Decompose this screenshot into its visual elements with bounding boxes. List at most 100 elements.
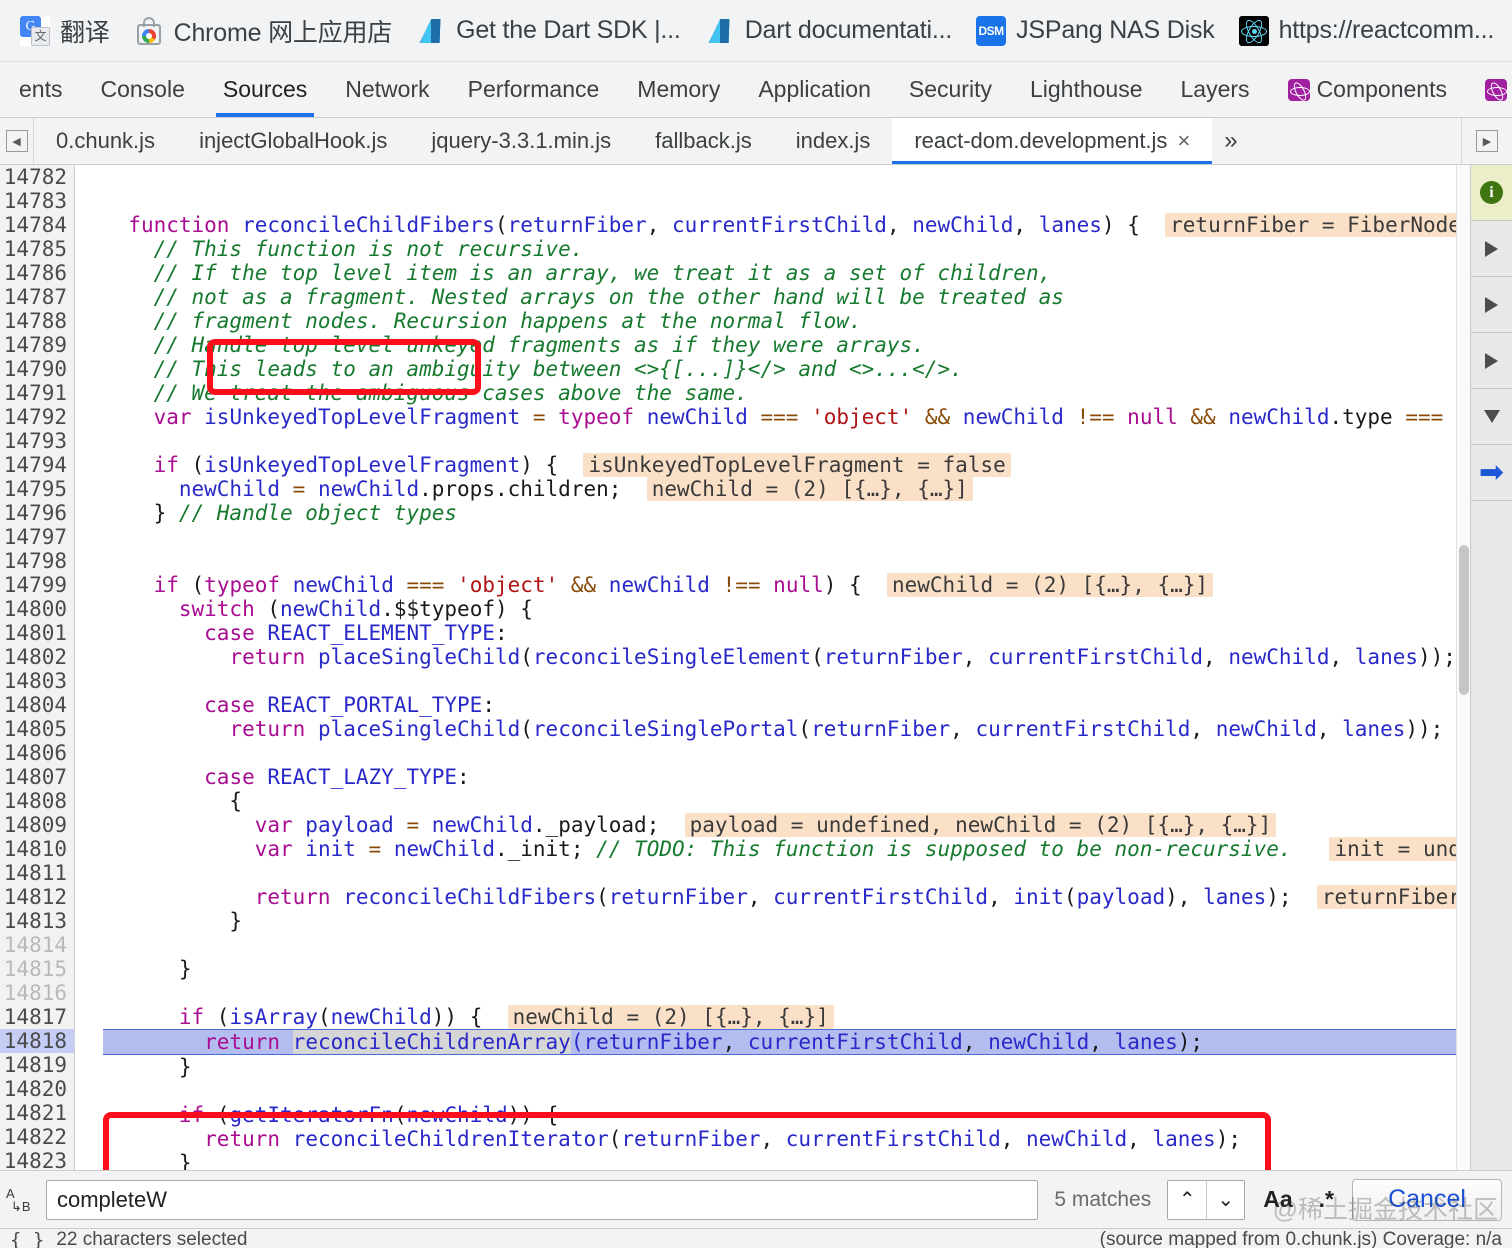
tab-console[interactable]: Console bbox=[81, 62, 203, 117]
line-number[interactable]: 14796 bbox=[0, 501, 74, 525]
rail-resume-button[interactable]: ➡ bbox=[1471, 445, 1512, 501]
code-line[interactable]: if (isArray(newChild)) { newChild = (2) … bbox=[103, 1005, 1512, 1029]
code-line[interactable]: var init = newChild._init; // TODO: This… bbox=[103, 837, 1512, 861]
bookmark-item[interactable]: DSM JSPang NAS Disk bbox=[964, 12, 1226, 50]
line-number[interactable]: 14787 bbox=[0, 285, 74, 309]
line-number[interactable]: 14784 bbox=[0, 213, 74, 237]
code-line[interactable]: return placeSingleChild(reconcileSingleE… bbox=[103, 645, 1512, 669]
code-line[interactable]: if (getIteratorFn(newChild)) { bbox=[103, 1103, 1512, 1127]
tab-lighthouse[interactable]: Lighthouse bbox=[1011, 62, 1162, 117]
code-line[interactable] bbox=[103, 429, 1512, 453]
code-line[interactable]: // not as a fragment. Nested arrays on t… bbox=[103, 285, 1512, 309]
line-number[interactable]: 14790 bbox=[0, 357, 74, 381]
tab-profiler[interactable] bbox=[1466, 62, 1512, 117]
line-number[interactable]: 14807 bbox=[0, 765, 74, 789]
code-line[interactable]: // If the top level item is an array, we… bbox=[103, 261, 1512, 285]
line-number[interactable]: 14782 bbox=[0, 165, 74, 189]
line-number[interactable]: 14801 bbox=[0, 621, 74, 645]
line-number[interactable]: 14823 bbox=[0, 1149, 74, 1170]
editor-vertical-scrollbar[interactable] bbox=[1456, 165, 1470, 1170]
code-line[interactable]: if (typeof newChild === 'object' && newC… bbox=[103, 573, 1512, 597]
code-line[interactable] bbox=[103, 525, 1512, 549]
code-line[interactable]: // We treat the ambiguous cases above th… bbox=[103, 381, 1512, 405]
bookmark-item[interactable]: Get the Dart SDK |... bbox=[404, 12, 693, 50]
code-line[interactable] bbox=[103, 981, 1512, 1005]
line-number[interactable]: 14821 bbox=[0, 1101, 74, 1125]
line-number[interactable]: 14797 bbox=[0, 525, 74, 549]
scrollbar-thumb[interactable] bbox=[1459, 545, 1469, 695]
file-tab-index-js[interactable]: index.js bbox=[774, 118, 893, 164]
line-number[interactable]: 14808 bbox=[0, 789, 74, 813]
line-number[interactable]: 14811 bbox=[0, 861, 74, 885]
code-line[interactable]: } bbox=[103, 1151, 1512, 1170]
line-number[interactable]: 14798 bbox=[0, 549, 74, 573]
match-case-button[interactable]: Aa bbox=[1255, 1186, 1300, 1213]
line-number[interactable]: 14788 bbox=[0, 309, 74, 333]
line-number[interactable]: 14809 bbox=[0, 813, 74, 837]
line-number[interactable]: 14812 bbox=[0, 885, 74, 909]
code-line[interactable]: case REACT_ELEMENT_TYPE: bbox=[103, 621, 1512, 645]
rail-info-section[interactable]: i bbox=[1471, 165, 1512, 221]
tab-layers[interactable]: Layers bbox=[1162, 62, 1269, 117]
line-number[interactable]: 14822 bbox=[0, 1125, 74, 1149]
code-content[interactable]: function reconcileChildFibers(returnFibe… bbox=[75, 165, 1512, 1170]
rail-breakpoints-section[interactable] bbox=[1471, 277, 1512, 333]
rail-scope-section[interactable] bbox=[1471, 333, 1512, 389]
line-number[interactable]: 14816 bbox=[0, 981, 74, 1005]
pretty-print-icon[interactable]: { } bbox=[10, 1229, 44, 1248]
search-next-button[interactable]: ⌄ bbox=[1206, 1180, 1244, 1219]
code-line[interactable] bbox=[103, 861, 1512, 885]
rail-watch-section[interactable] bbox=[1471, 221, 1512, 277]
line-number[interactable]: 14818 bbox=[0, 1029, 74, 1053]
code-line[interactable]: // fragment nodes. Recursion happens at … bbox=[103, 309, 1512, 333]
tab-security[interactable]: Security bbox=[890, 62, 1011, 117]
file-tab-jquery-js[interactable]: jquery-3.3.1.min.js bbox=[409, 118, 633, 164]
line-number[interactable]: 14794 bbox=[0, 453, 74, 477]
code-line[interactable] bbox=[103, 549, 1512, 573]
bookmark-item[interactable]: Chrome 网上应用店 bbox=[122, 9, 404, 53]
file-tab-0-chunk-js[interactable]: 0.chunk.js bbox=[34, 118, 177, 164]
line-number[interactable]: 14815 bbox=[0, 957, 74, 981]
search-prev-button[interactable]: ⌃ bbox=[1168, 1181, 1206, 1219]
tab-application[interactable]: Application bbox=[739, 62, 890, 117]
cancel-button[interactable]: Cancel bbox=[1352, 1178, 1502, 1221]
line-number[interactable]: 14806 bbox=[0, 741, 74, 765]
line-number[interactable]: 14793 bbox=[0, 429, 74, 453]
line-number[interactable]: 14786 bbox=[0, 261, 74, 285]
line-number[interactable]: 14803 bbox=[0, 669, 74, 693]
code-line[interactable]: } bbox=[103, 1055, 1512, 1079]
code-line[interactable] bbox=[103, 933, 1512, 957]
file-tab-react-dom-development-js[interactable]: react-dom.development.js × bbox=[892, 118, 1213, 164]
code-line[interactable]: // This leads to an ambiguity between <>… bbox=[103, 357, 1512, 381]
search-input[interactable]: completeW bbox=[46, 1179, 1039, 1220]
line-number[interactable]: 14813 bbox=[0, 909, 74, 933]
code-line[interactable]: } bbox=[103, 909, 1512, 933]
code-line[interactable]: } // Handle object types bbox=[103, 501, 1512, 525]
line-number[interactable]: 14783 bbox=[0, 189, 74, 213]
code-line[interactable]: return placeSingleChild(reconcileSingleP… bbox=[103, 717, 1512, 741]
code-line[interactable]: var payload = newChild._payload; payload… bbox=[103, 813, 1512, 837]
line-number[interactable]: 14800 bbox=[0, 597, 74, 621]
close-icon[interactable]: × bbox=[1177, 128, 1190, 154]
line-number[interactable]: 14799 bbox=[0, 573, 74, 597]
bookmark-item[interactable]: Dart documentati... bbox=[693, 12, 964, 50]
line-number[interactable]: 14814 bbox=[0, 933, 74, 957]
code-line[interactable]: case REACT_PORTAL_TYPE: bbox=[103, 693, 1512, 717]
code-line[interactable]: return reconcileChildrenIterator(returnF… bbox=[103, 1127, 1512, 1151]
tab-memory[interactable]: Memory bbox=[618, 62, 739, 117]
replace-toggle-icon[interactable]: A ↳B bbox=[6, 1187, 36, 1213]
tab-components[interactable]: Components bbox=[1269, 62, 1466, 117]
tab-sources[interactable]: Sources bbox=[204, 62, 326, 117]
line-number[interactable]: 14804 bbox=[0, 693, 74, 717]
bookmark-item[interactable]: https://reactcomm... bbox=[1227, 12, 1507, 50]
code-line[interactable]: // Handle top level unkeyed fragments as… bbox=[103, 333, 1512, 357]
code-line[interactable]: case REACT_LAZY_TYPE: bbox=[103, 765, 1512, 789]
line-number[interactable]: 14802 bbox=[0, 645, 74, 669]
file-tab-fallback-js[interactable]: fallback.js bbox=[633, 118, 774, 164]
bookmark-item[interactable]: G文 翻译 bbox=[8, 9, 122, 53]
line-number[interactable]: 14819 bbox=[0, 1053, 74, 1077]
regex-button[interactable]: .* bbox=[1311, 1186, 1342, 1213]
tab-network[interactable]: Network bbox=[326, 62, 448, 117]
code-line[interactable]: { bbox=[103, 789, 1512, 813]
more-tabs-button[interactable]: » bbox=[1212, 118, 1249, 164]
